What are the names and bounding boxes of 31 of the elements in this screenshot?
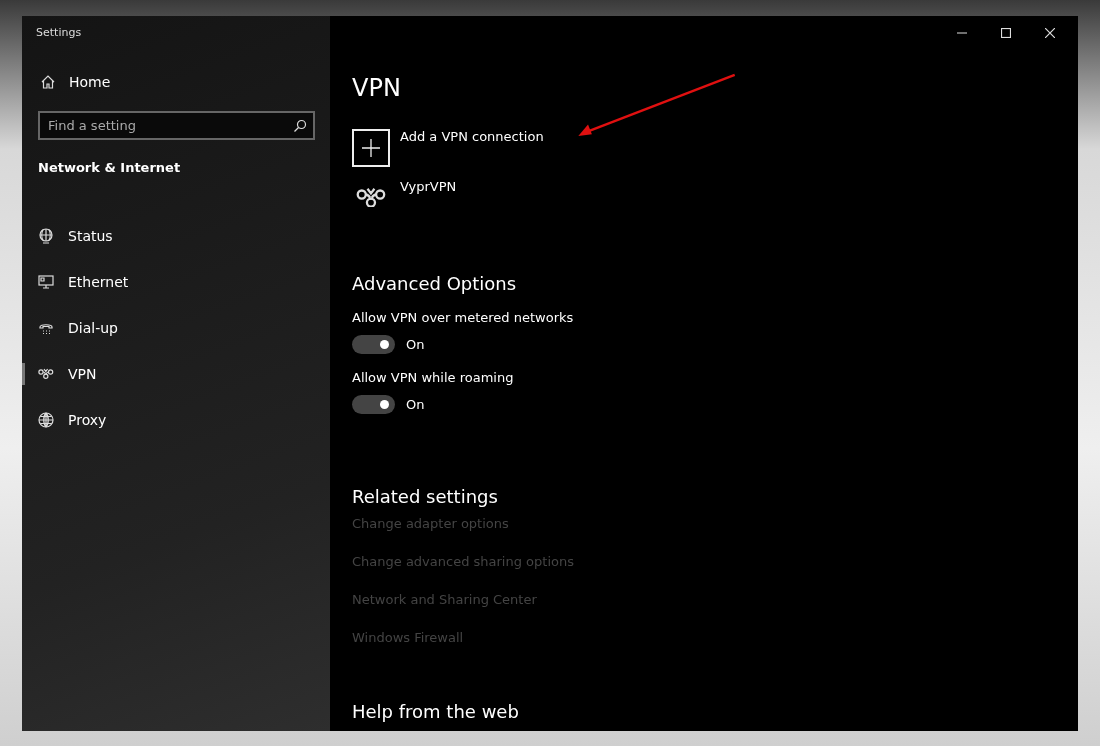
nav-item[interactable]: Ethernet (22, 259, 315, 305)
home-link[interactable]: Home (38, 74, 315, 90)
section-heading: Help from the web (352, 701, 519, 722)
home-icon (40, 74, 56, 90)
search-icon (293, 119, 307, 133)
toggle-state: On (406, 337, 425, 352)
section-heading: Advanced Options (352, 273, 517, 294)
maximize-icon (1001, 28, 1011, 38)
toggle-state: On (406, 397, 425, 412)
globe-icon (38, 412, 54, 428)
nav-item[interactable]: VPN (22, 351, 315, 397)
window-title: Settings (36, 26, 83, 39)
monitor-icon (38, 274, 54, 290)
nav-item[interactable]: Proxy (22, 397, 315, 443)
page-title: VPN (352, 73, 401, 103)
vpn-connection-name[interactable]: VyprVPN (400, 179, 457, 194)
add-vpn-link[interactable]: Add a VPN connection (400, 129, 544, 144)
toggle-label: Allow VPN over metered networks (352, 310, 574, 325)
plus-icon (362, 139, 380, 157)
nav-item[interactable]: Status (22, 213, 315, 259)
section-heading: Related settings (352, 486, 498, 507)
add-button[interactable] (352, 129, 390, 167)
close-icon (1045, 28, 1055, 38)
nav-item[interactable]: Dial-up (22, 305, 315, 351)
globe-monitor-icon (38, 228, 54, 244)
toggle-switch[interactable] (352, 395, 395, 414)
vpn-icon (38, 366, 54, 382)
search-field[interactable]: Find a setting (38, 111, 315, 140)
toggle-label: Allow VPN while roaming (352, 370, 514, 385)
toggle-switch[interactable] (352, 335, 395, 354)
section-heading: Network & Internet (38, 160, 182, 175)
